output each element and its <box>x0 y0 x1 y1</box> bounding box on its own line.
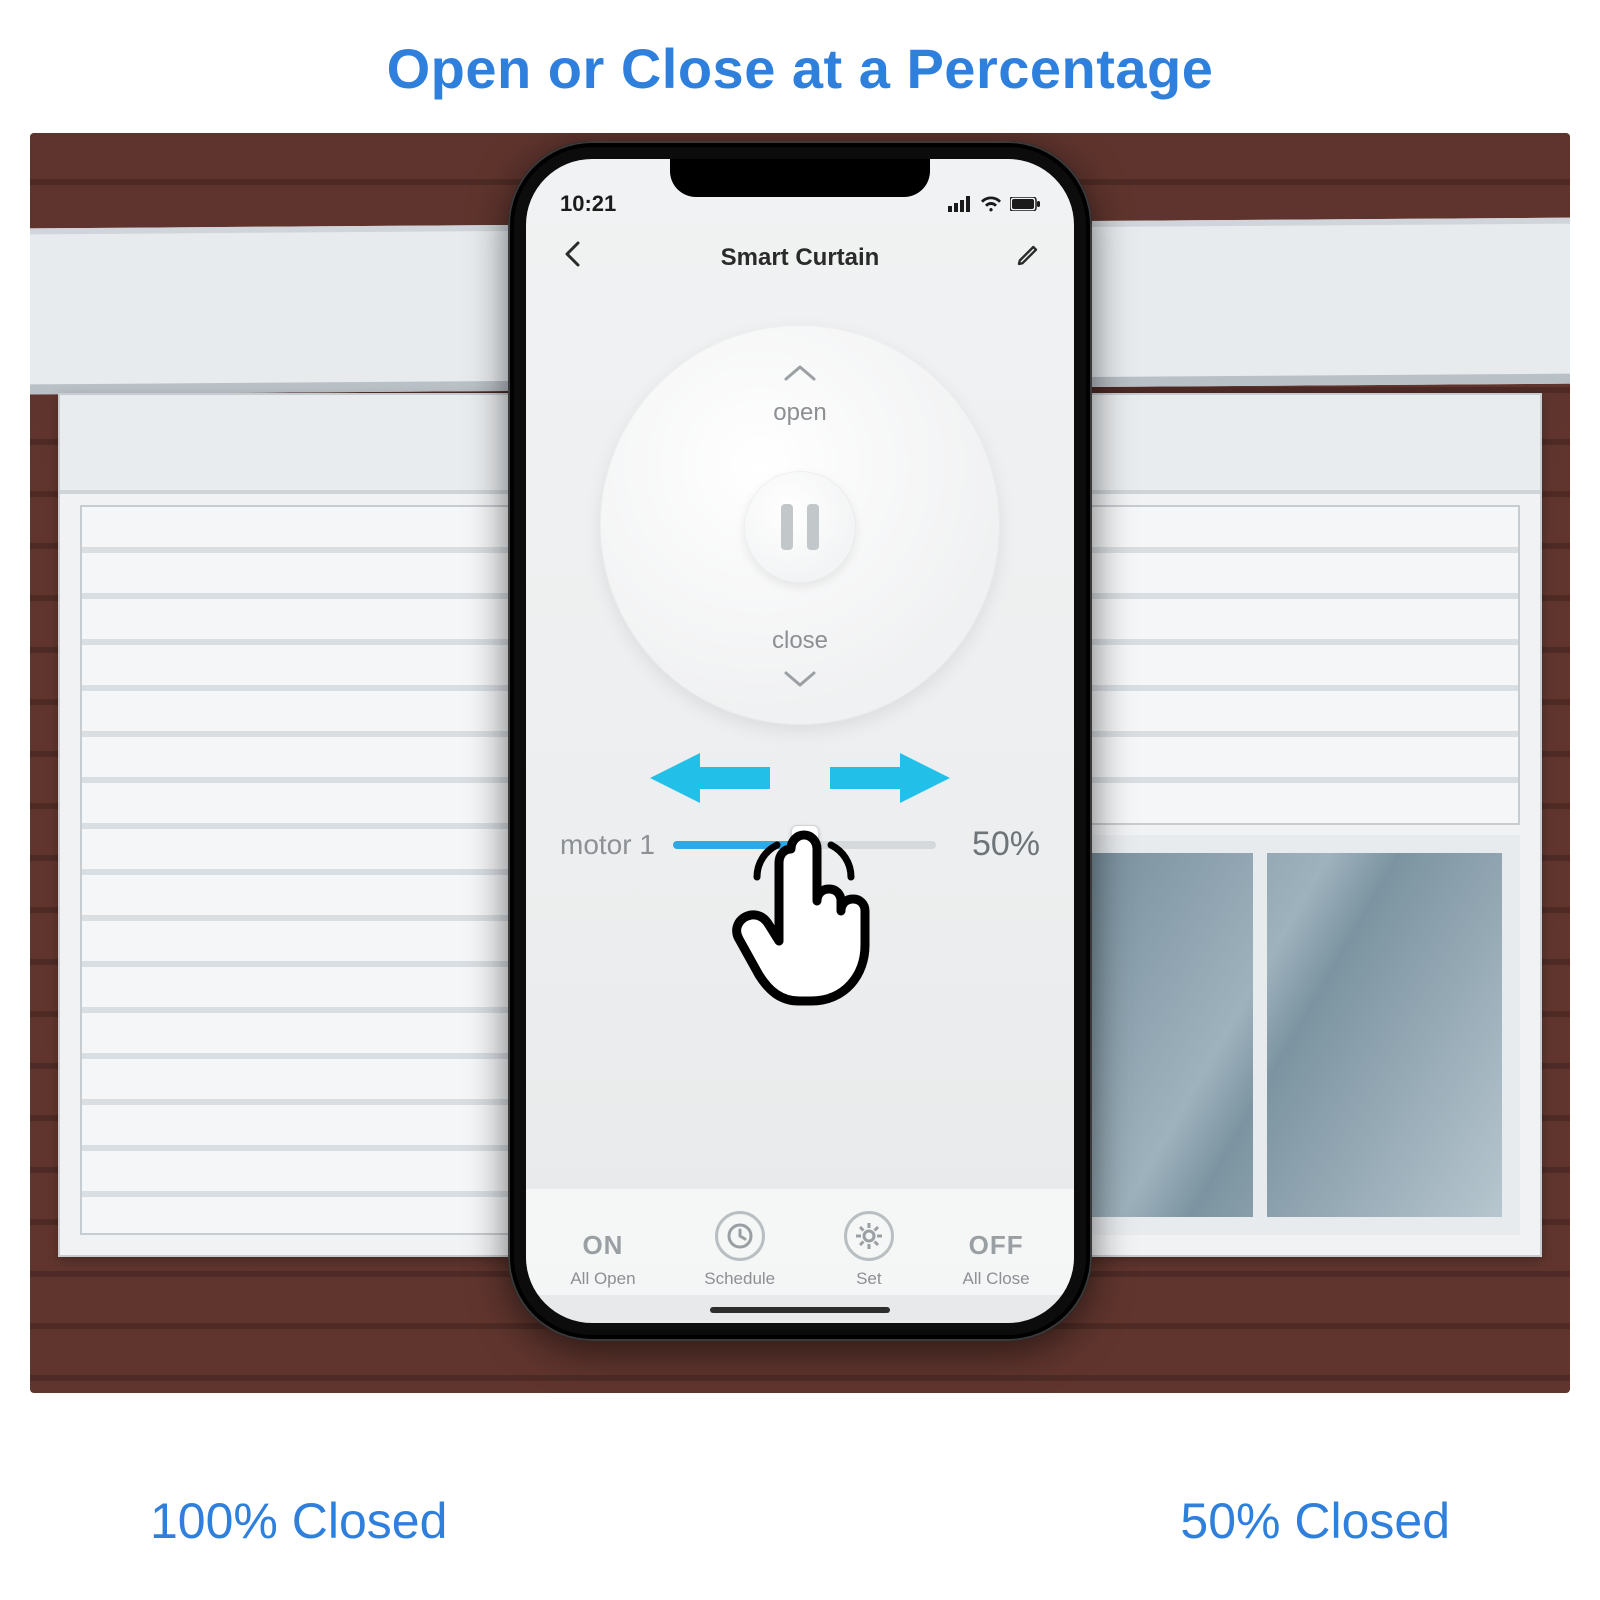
schedule-button[interactable]: Schedule <box>704 1211 775 1289</box>
clock-icon <box>715 1211 765 1261</box>
battery-icon <box>1010 197 1040 211</box>
close-button[interactable]: close <box>772 627 828 695</box>
slider-label: motor 1 <box>560 829 655 861</box>
status-time: 10:21 <box>560 191 616 217</box>
all-close-label: All Close <box>963 1269 1030 1289</box>
open-label: open <box>773 399 826 427</box>
pause-icon <box>807 504 819 550</box>
all-close-button[interactable]: OFF All Close <box>963 1230 1030 1289</box>
nav-bar: Smart Curtain <box>526 229 1074 285</box>
close-label: close <box>772 627 828 655</box>
back-button[interactable] <box>554 241 590 275</box>
headline: Open or Close at a Percentage <box>0 0 1600 133</box>
schedule-label: Schedule <box>704 1269 775 1289</box>
pause-button[interactable] <box>744 471 856 583</box>
phone-screen: 10:21 <box>526 159 1074 1323</box>
arrow-left-icon <box>650 753 770 803</box>
bottom-bar: ON All Open Schedule Set <box>526 1188 1074 1295</box>
wifi-icon <box>980 196 1002 212</box>
edit-button[interactable] <box>1010 241 1046 275</box>
caption-left: 100% Closed <box>150 1492 447 1550</box>
phone-frame: 10:21 <box>508 141 1092 1341</box>
phone-notch <box>670 159 930 197</box>
signal-icon <box>948 196 972 212</box>
slider-value: 50% <box>954 825 1040 864</box>
open-button[interactable]: open <box>773 359 826 427</box>
all-open-button[interactable]: ON All Open <box>570 1230 635 1289</box>
set-button[interactable]: Set <box>844 1211 894 1289</box>
touch-hand-icon <box>731 829 881 1014</box>
pause-icon <box>781 504 793 550</box>
page-title: Smart Curtain <box>721 244 880 272</box>
slider-hint-arrows <box>526 753 1074 803</box>
background-photo: 10:21 <box>30 133 1570 1393</box>
gear-icon <box>844 1211 894 1261</box>
home-indicator[interactable] <box>710 1307 890 1313</box>
arrow-right-icon <box>830 753 950 803</box>
all-open-label: All Open <box>570 1269 635 1289</box>
off-label: OFF <box>969 1230 1024 1261</box>
caption-right: 50% Closed <box>1180 1492 1450 1550</box>
on-label: ON <box>582 1230 623 1261</box>
control-dial: open close <box>600 325 1000 725</box>
chevron-up-icon <box>782 359 818 389</box>
set-label: Set <box>856 1269 882 1289</box>
chevron-down-icon <box>782 665 818 695</box>
